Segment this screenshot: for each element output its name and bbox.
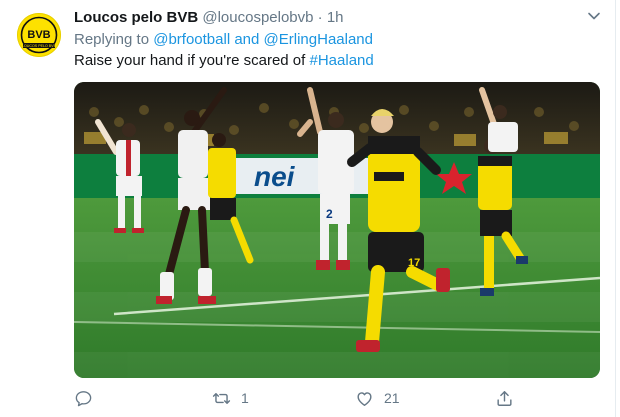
avatar-letters: BVB [27,29,50,41]
tweet-actions: 1 21 [74,386,604,410]
tweet-header: Loucos pelo BVB @loucospelobvb · 1h [74,8,344,28]
hashtag-link[interactable]: #Haaland [310,52,374,69]
retweet-button[interactable]: 1 [212,386,249,410]
match-photo: nei 2 17 [74,82,600,378]
like-button[interactable]: 21 [355,386,400,410]
avatar[interactable]: BVB LOUCOS PELO BVB [17,13,61,57]
tweet-media[interactable]: nei 2 17 [74,82,600,378]
display-name[interactable]: Loucos pelo BVB [74,9,198,26]
like-count: 21 [384,390,400,406]
reply-icon [75,390,92,406]
avatar-subtext: LOUCOS PELO BVB [22,44,57,48]
banner-text: nei [254,161,296,192]
separator-dot: · [317,9,323,26]
tweet-text-body: Raise your hand if you're scared of [74,52,306,69]
retweet-count: 1 [241,390,249,406]
number-2: 2 [326,207,333,221]
right-border [615,0,616,417]
bvb-logo-icon: BVB LOUCOS PELO BVB [18,14,60,56]
replying-prefix: Replying to [74,31,150,48]
reply-button[interactable] [74,386,93,410]
mention-brfootball[interactable]: @brfootball [153,31,230,48]
user-handle[interactable]: @loucospelobvb [202,9,313,26]
replying-to: Replying to @brfootball and @ErlingHaala… [74,30,373,50]
tweet-time[interactable]: 1h [327,9,344,26]
tweet-text: Raise your hand if you're scared of #Haa… [74,51,374,71]
mention-erlinghaaland[interactable]: @ErlingHaaland [264,31,373,48]
heart-icon [357,391,372,406]
retweet-icon [212,392,231,404]
share-icon [497,390,512,406]
mention-and[interactable]: and [234,31,259,48]
tweet-card[interactable]: BVB LOUCOS PELO BVB Loucos pelo BVB @lou… [0,0,620,417]
chevron-down-icon[interactable] [586,8,602,24]
share-button[interactable] [495,386,514,410]
